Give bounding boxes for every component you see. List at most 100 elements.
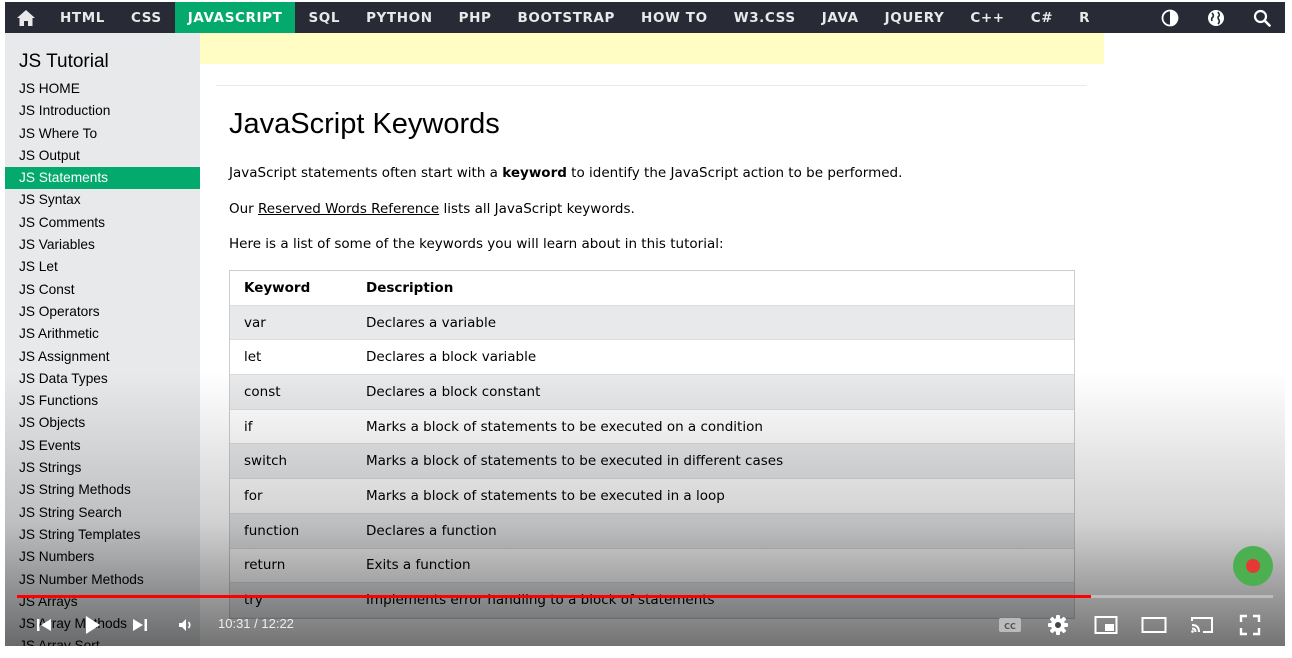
description-cell: Marks a block of statements to be execut… [366, 487, 725, 504]
top-navigation: HTML CSS JAVASCRIPT SQL PYTHON PHP BOOTS… [5, 2, 1285, 33]
sidebar-item-js-arithmetic[interactable]: JS Arithmetic [5, 323, 200, 345]
table-row: let Declares a block variable [230, 340, 1074, 376]
sidebar-item-js-events[interactable]: JS Events [5, 435, 200, 457]
fullscreen-icon [1239, 614, 1261, 636]
main-content: JavaScript Keywords JavaScript statement… [200, 64, 1104, 646]
sidebar-item-js-data-types[interactable]: JS Data Types [5, 368, 200, 390]
captions-button[interactable]: CC [995, 610, 1025, 640]
previous-button[interactable] [31, 610, 57, 640]
keywords-table: Keyword Description var Declares a varia… [229, 270, 1075, 619]
volume-button[interactable] [173, 610, 199, 640]
keyword-cell: var [244, 314, 266, 331]
sidebar-item-js-string-templates[interactable]: JS String Templates [5, 524, 200, 546]
reserved-words-link[interactable]: Reserved Words Reference [258, 201, 439, 217]
nav-csharp[interactable]: C# [1018, 2, 1066, 33]
contrast-icon [1161, 9, 1179, 26]
play-button[interactable] [75, 610, 109, 640]
next-icon [133, 619, 147, 631]
description-cell: Exits a function [366, 557, 471, 574]
nav-java[interactable]: JAVA [809, 2, 872, 33]
nav-css[interactable]: CSS [118, 2, 175, 33]
keyword-cell: let [244, 349, 262, 366]
settings-button[interactable] [1043, 610, 1073, 640]
table-row: for Marks a block of statements to be ex… [230, 479, 1074, 514]
nav-jquery[interactable]: JQUERY [872, 2, 958, 33]
cast-button[interactable] [1187, 610, 1217, 640]
nav-bootstrap[interactable]: BOOTSTRAP [505, 2, 629, 33]
nav-r[interactable]: R [1066, 2, 1103, 33]
next-button[interactable] [127, 610, 153, 640]
divider [216, 85, 1087, 86]
globe-icon [1208, 9, 1224, 26]
sidebar-item-js-string-methods[interactable]: JS String Methods [5, 479, 200, 501]
description-cell: Declares a variable [366, 314, 497, 331]
record-icon [1246, 559, 1260, 573]
intro-text-end: to identify the JavaScript action to be … [566, 165, 903, 181]
sidebar-item-js-variables[interactable]: JS Variables [5, 234, 200, 256]
sidebar-item-js-statements[interactable]: JS Statements [5, 167, 200, 190]
sidebar-item-js-const[interactable]: JS Const [5, 279, 200, 301]
nav-python[interactable]: PYTHON [353, 2, 446, 33]
theater-button[interactable] [1139, 610, 1169, 640]
table-row: if Marks a block of statements to be exe… [230, 409, 1074, 445]
sidebar-item-js-assignment[interactable]: JS Assignment [5, 346, 200, 368]
sidebar-item-js-introduction[interactable]: JS Introduction [5, 100, 200, 122]
captions-icon: CC [999, 618, 1021, 632]
table-row: function Declares a function [230, 513, 1074, 549]
sidebar-item-js-number-methods[interactable]: JS Number Methods [5, 569, 200, 591]
reference-text-end: lists all JavaScript keywords. [439, 201, 635, 217]
nav-w3css[interactable]: W3.CSS [721, 2, 809, 33]
sidebar-item-js-string-search[interactable]: JS String Search [5, 502, 200, 524]
contrast-button[interactable] [1147, 2, 1193, 33]
home-button[interactable] [5, 2, 47, 33]
sidebar-item-js-objects[interactable]: JS Objects [5, 412, 200, 434]
sidebar-item-js-syntax[interactable]: JS Syntax [5, 189, 200, 211]
nav-sql[interactable]: SQL [295, 2, 353, 33]
progress-played [17, 595, 1091, 598]
table-row: switch Marks a block of statements to be… [230, 444, 1074, 480]
sidebar-item-js-where-to[interactable]: JS Where To [5, 123, 200, 145]
search-icon [1253, 9, 1271, 27]
description-cell: Marks a block of statements to be execut… [366, 453, 784, 470]
intro-text-start: JavaScript statements often start with a [229, 165, 503, 181]
keyword-cell: if [244, 418, 253, 435]
cast-icon [1191, 617, 1213, 633]
list-intro-paragraph: Here is a list of some of the keywords y… [229, 236, 724, 252]
search-button[interactable] [1239, 2, 1285, 33]
player-controls: 10:31 / 12:22 CC [5, 606, 1285, 646]
record-button[interactable] [1233, 546, 1273, 586]
nav-php[interactable]: PHP [446, 2, 505, 33]
nav-javascript[interactable]: JAVASCRIPT [174, 2, 296, 33]
keyword-cell: for [244, 487, 263, 504]
header-keyword: Keyword [244, 279, 311, 296]
keyword-bold: keyword [502, 165, 567, 181]
previous-icon [37, 619, 51, 631]
language-button[interactable] [1193, 2, 1239, 33]
sidebar: JS Tutorial JS HOME JS Introduction JS W… [5, 33, 200, 646]
sidebar-item-js-home[interactable]: JS HOME [5, 78, 200, 100]
reference-paragraph: Our Reserved Words Reference lists all J… [229, 201, 635, 217]
svg-text:CC: CC [1004, 622, 1016, 631]
page-title: JavaScript Keywords [229, 108, 500, 140]
header-description: Description [366, 279, 454, 296]
table-header-row: Keyword Description [230, 271, 1074, 306]
sidebar-item-js-comments[interactable]: JS Comments [5, 212, 200, 234]
sidebar-item-js-functions[interactable]: JS Functions [5, 390, 200, 412]
description-cell: Declares a block constant [366, 383, 541, 400]
sidebar-item-js-operators[interactable]: JS Operators [5, 301, 200, 323]
miniplayer-button[interactable] [1091, 610, 1121, 640]
nav-cpp[interactable]: C++ [957, 2, 1017, 33]
fullscreen-button[interactable] [1235, 610, 1265, 640]
sidebar-item-js-strings[interactable]: JS Strings [5, 457, 200, 479]
nav-html[interactable]: HTML [47, 2, 118, 33]
miniplayer-icon [1094, 616, 1118, 634]
theater-icon [1141, 617, 1167, 633]
sidebar-item-js-numbers[interactable]: JS Numbers [5, 546, 200, 568]
progress-bar[interactable] [17, 595, 1273, 598]
nav-how-to[interactable]: HOW TO [628, 2, 721, 33]
play-icon [86, 616, 100, 634]
sidebar-title: JS Tutorial [19, 51, 109, 72]
table-row: return Exits a function [230, 548, 1074, 584]
sidebar-item-js-output[interactable]: JS Output [5, 145, 200, 167]
sidebar-item-js-let[interactable]: JS Let [5, 256, 200, 278]
